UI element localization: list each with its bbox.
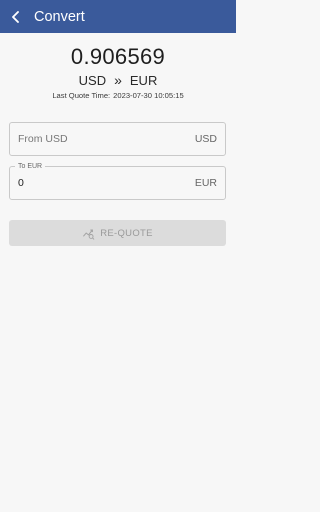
double-chevron-right-icon: » [114,72,122,88]
app-bar: Convert [0,0,236,33]
exchange-rate-value: 0.906569 [70,44,166,69]
back-button[interactable] [0,0,30,33]
to-currency-code: EUR [129,72,158,88]
from-amount-input[interactable] [18,133,168,145]
currency-pair: USD » EUR [0,71,236,89]
to-amount-label: To EUR [15,162,46,171]
to-amount-input[interactable] [18,177,168,189]
from-currency-code: USD [78,72,107,88]
quote-time-value: 2023-07-30 10:05:15 [113,91,184,100]
convert-screen: Convert 0.906569 USD » EUR Last Quote Ti… [0,0,236,512]
to-amount-field[interactable]: To EUR EUR [9,162,226,200]
chart-refresh-icon [83,229,95,240]
from-currency-suffix: USD [194,133,217,145]
chevron-left-icon [12,10,19,23]
last-quote-time: Last Quote Time: 2023-07-30 10:05:15 [0,91,236,100]
requote-button[interactable]: RE-QUOTE [9,220,226,246]
from-amount-field[interactable]: USD [9,122,226,156]
page-title: Convert [34,8,85,25]
requote-label: RE-QUOTE [100,227,153,239]
rate-summary: 0.906569 USD » EUR Last Quote Time: 2023-… [0,44,236,100]
quote-time-label: Last Quote Time: [52,91,111,100]
to-currency-suffix: EUR [194,177,217,189]
